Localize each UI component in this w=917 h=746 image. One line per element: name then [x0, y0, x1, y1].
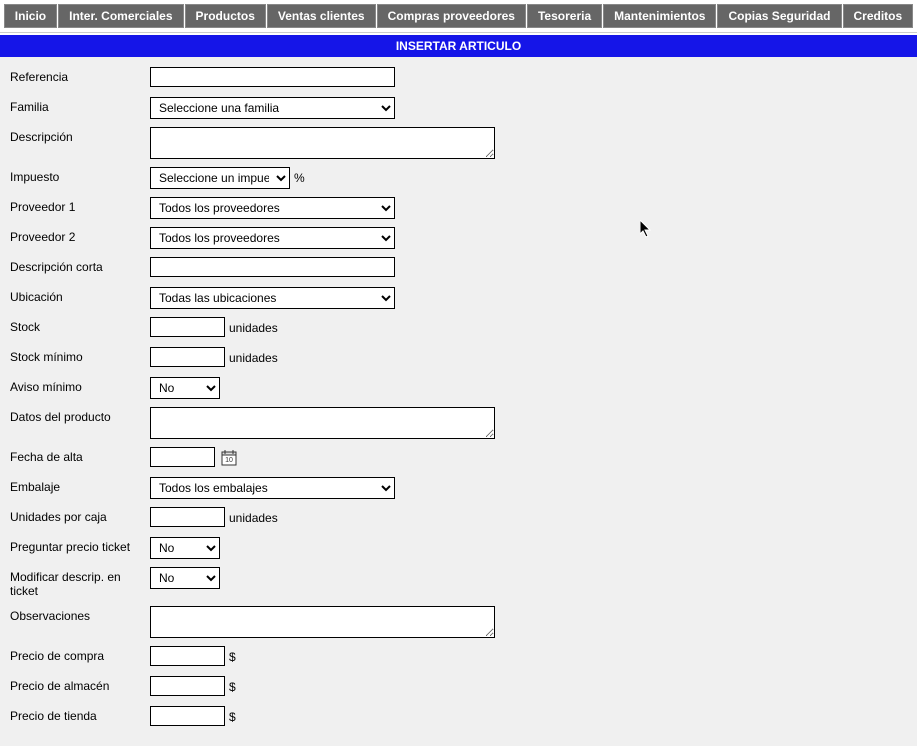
- nav-inicio[interactable]: Inicio: [4, 4, 57, 28]
- datos-producto-textarea[interactable]: [150, 407, 495, 439]
- preguntar-precio-label: Preguntar precio ticket: [10, 537, 150, 554]
- precio-tienda-label: Precio de tienda: [10, 706, 150, 723]
- observaciones-label: Observaciones: [10, 606, 150, 623]
- descripcion-corta-label: Descripción corta: [10, 257, 150, 274]
- referencia-input[interactable]: [150, 67, 395, 87]
- nav-tesoreria[interactable]: Tesoreria: [527, 4, 602, 28]
- familia-select[interactable]: Seleccione una familia: [150, 97, 395, 119]
- embalaje-select[interactable]: Todos los embalajes: [150, 477, 395, 499]
- aviso-minimo-label: Aviso mínimo: [10, 377, 150, 394]
- ubicacion-select[interactable]: Todas las ubicaciones: [150, 287, 395, 309]
- nav-ventas-clientes[interactable]: Ventas clientes: [267, 4, 376, 28]
- stock-minimo-label: Stock mínimo: [10, 347, 150, 364]
- stock-minimo-units-label: unidades: [229, 351, 278, 365]
- nav-mantenimientos[interactable]: Mantenimientos: [603, 4, 716, 28]
- fecha-alta-label: Fecha de alta: [10, 447, 150, 464]
- descripcion-corta-input[interactable]: [150, 257, 395, 277]
- observaciones-textarea[interactable]: [150, 606, 495, 638]
- modificar-descrip-select[interactable]: No: [150, 567, 220, 589]
- precio-tienda-input[interactable]: [150, 706, 225, 726]
- stock-units-label: unidades: [229, 321, 278, 335]
- nav-productos[interactable]: Productos: [185, 4, 266, 28]
- proveedor2-label: Proveedor 2: [10, 227, 150, 244]
- stock-label: Stock: [10, 317, 150, 334]
- descripcion-textarea[interactable]: [150, 127, 495, 159]
- precio-almacen-input[interactable]: [150, 676, 225, 696]
- percent-label: %: [294, 171, 305, 185]
- top-navigation: Inicio Inter. Comerciales Productos Vent…: [0, 0, 917, 33]
- precio-compra-label: Precio de compra: [10, 646, 150, 663]
- ubicacion-label: Ubicación: [10, 287, 150, 304]
- impuesto-label: Impuesto: [10, 167, 150, 184]
- nav-copias-seguridad[interactable]: Copias Seguridad: [717, 4, 841, 28]
- datos-producto-label: Datos del producto: [10, 407, 150, 424]
- calendar-icon[interactable]: 10: [221, 450, 237, 466]
- unidades-caja-label: Unidades por caja: [10, 507, 150, 524]
- unidades-caja-units-label: unidades: [229, 511, 278, 525]
- unidades-caja-input[interactable]: [150, 507, 225, 527]
- svg-text:10: 10: [225, 457, 233, 464]
- embalaje-label: Embalaje: [10, 477, 150, 494]
- precio-almacen-currency: $: [229, 680, 236, 694]
- stock-minimo-input[interactable]: [150, 347, 225, 367]
- modificar-descrip-label: Modificar descrip. en ticket: [10, 567, 150, 598]
- precio-compra-currency: $: [229, 650, 236, 664]
- precio-compra-input[interactable]: [150, 646, 225, 666]
- nav-creditos[interactable]: Creditos: [843, 4, 914, 28]
- familia-label: Familia: [10, 97, 150, 114]
- proveedor1-select[interactable]: Todos los proveedores: [150, 197, 395, 219]
- referencia-label: Referencia: [10, 67, 150, 84]
- precio-tienda-currency: $: [229, 710, 236, 724]
- page-title: INSERTAR ARTICULO: [0, 35, 917, 57]
- descripcion-label: Descripción: [10, 127, 150, 144]
- nav-compras-proveedores[interactable]: Compras proveedores: [377, 4, 526, 28]
- aviso-minimo-select[interactable]: No: [150, 377, 220, 399]
- proveedor2-select[interactable]: Todos los proveedores: [150, 227, 395, 249]
- precio-almacen-label: Precio de almacén: [10, 676, 150, 693]
- preguntar-precio-select[interactable]: No: [150, 537, 220, 559]
- impuesto-select[interactable]: Seleccione un impuesto: [150, 167, 290, 189]
- fecha-alta-input[interactable]: [150, 447, 215, 467]
- stock-input[interactable]: [150, 317, 225, 337]
- form-container: Referencia Familia Seleccione una famili…: [0, 57, 917, 746]
- nav-inter-comerciales[interactable]: Inter. Comerciales: [58, 4, 183, 28]
- proveedor1-label: Proveedor 1: [10, 197, 150, 214]
